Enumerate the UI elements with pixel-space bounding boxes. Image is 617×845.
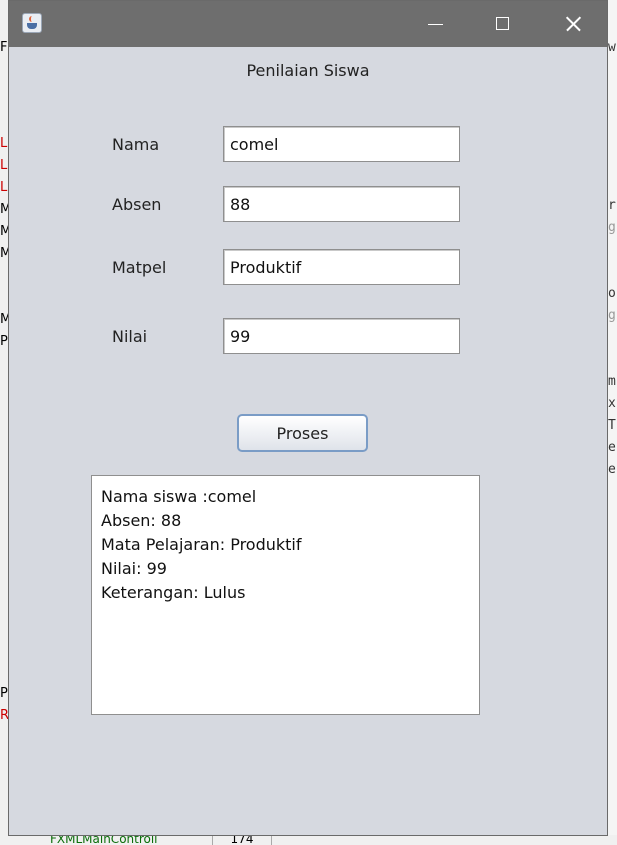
form-title: Penilaian Siswa xyxy=(246,61,370,80)
bg-glyph: F xyxy=(0,40,8,55)
nilai-input[interactable] xyxy=(223,318,460,354)
result-line-keterangan: Keterangan: Lulus xyxy=(101,583,246,602)
label-nama: Nama xyxy=(112,135,160,154)
bg-glyph: e xyxy=(608,440,616,455)
app-window: Penilaian Siswa Nama Absen Matpel Nilai … xyxy=(8,0,608,836)
minimize-button[interactable] xyxy=(401,1,469,47)
bg-line-number: 174 xyxy=(212,835,272,845)
bg-glyph: m xyxy=(608,374,616,389)
absen-input[interactable] xyxy=(223,186,460,222)
result-line-matpel: Mata Pelajaran: Produktif xyxy=(101,535,302,554)
label-nilai: Nilai xyxy=(112,327,148,346)
result-text-area[interactable]: Nama siswa :comel Absen: 88 Mata Pelajar… xyxy=(91,475,480,715)
bg-glyph: o xyxy=(608,286,616,301)
background-ide-right: w r g o g m x T e e xyxy=(608,0,617,845)
bg-glyph: g xyxy=(608,308,616,323)
title-bar[interactable] xyxy=(9,1,607,47)
bg-glyph: e xyxy=(608,462,616,477)
label-matpel: Matpel xyxy=(112,258,167,277)
nama-input[interactable] xyxy=(223,126,460,162)
bg-glyph: g xyxy=(608,220,616,235)
proses-button[interactable]: Proses xyxy=(237,414,368,452)
bg-glyph: T xyxy=(608,418,616,433)
result-line-nama: Nama siswa :comel xyxy=(101,487,257,506)
bg-glyph: w xyxy=(608,40,616,55)
background-ide-bottom: FXMLMainControll 174 xyxy=(0,835,617,845)
matpel-input[interactable] xyxy=(223,249,460,285)
bg-glyph: x xyxy=(608,396,616,411)
close-button[interactable] xyxy=(537,1,605,47)
result-line-nilai: Nilai: 99 xyxy=(101,559,167,578)
maximize-button[interactable] xyxy=(469,1,537,47)
result-line-absen: Absen: 88 xyxy=(101,511,182,530)
bg-file-tab: FXMLMainControll xyxy=(50,835,158,845)
label-absen: Absen xyxy=(112,195,162,214)
bg-glyph: r xyxy=(608,198,616,213)
java-app-icon xyxy=(22,13,42,33)
